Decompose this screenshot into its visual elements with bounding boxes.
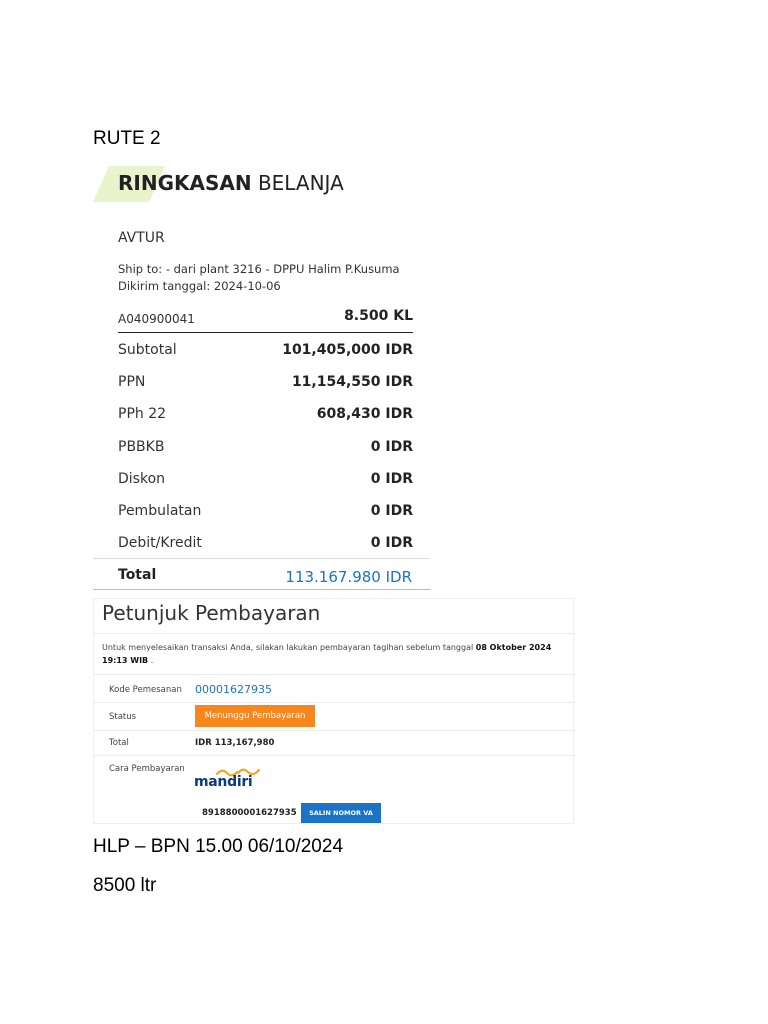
- fee-label: PPh 22: [118, 406, 167, 422]
- order-code-value: 00001627935: [195, 683, 272, 696]
- fee-label: Diskon: [118, 471, 166, 487]
- product-name: AVTUR: [118, 230, 165, 246]
- summary-banner: RINGKASAN BELANJA: [93, 166, 430, 202]
- fee-row-subtotal: Subtotal 101,405,000 IDR: [118, 336, 413, 366]
- divider: [94, 702, 575, 703]
- status-label: Status: [109, 712, 137, 722]
- instruction-end: .: [150, 656, 154, 665]
- fee-row-diskon: Diskon 0 IDR: [118, 465, 413, 495]
- sent-date-text: Dikirim tanggal: 2024-10-06: [118, 279, 281, 293]
- mandiri-logo: mandiri: [194, 767, 264, 791]
- volume-line: 8500 ltr: [93, 875, 157, 896]
- item-row: A040900041 8.500 KL: [118, 308, 413, 333]
- fee-row-pph22: PPh 22 608,430 IDR: [118, 400, 413, 430]
- total-row: Total 113.167.980 IDR: [93, 558, 430, 590]
- route-line: HLP – BPN 15.00 06/10/2024: [93, 836, 344, 857]
- fee-label: PPN: [118, 374, 146, 390]
- virtual-account-number: 8918800001627935: [202, 808, 297, 818]
- fee-label: PBBKB: [118, 439, 165, 455]
- payment-total-label: Total: [109, 738, 129, 748]
- fee-value: 11,154,550 IDR: [291, 374, 413, 390]
- payment-instruction: Untuk menyelesaikan transaksi Anda, sila…: [102, 641, 572, 667]
- divider: [94, 730, 575, 731]
- ship-to-text: Ship to: - dari plant 3216 - DPPU Halim …: [118, 262, 400, 276]
- document-heading: RUTE 2: [93, 128, 161, 149]
- fee-row-pembulatan: Pembulatan 0 IDR: [118, 497, 413, 527]
- fee-row-debit-kredit: Debit/Kredit 0 IDR: [118, 529, 413, 559]
- total-label: Total: [118, 567, 157, 583]
- fee-row-ppn: PPN 11,154,550 IDR: [118, 368, 413, 398]
- divider: [94, 755, 575, 756]
- payment-title: Petunjuk Pembayaran: [102, 601, 321, 625]
- fee-label: Pembulatan: [118, 503, 202, 519]
- summary-title-bold: RINGKASAN: [118, 171, 252, 195]
- copy-va-button[interactable]: SALIN NOMOR VA: [301, 803, 381, 823]
- payment-total-value: IDR 113,167,980: [195, 738, 275, 748]
- payment-instructions-panel: Petunjuk Pembayaran Untuk menyelesaikan …: [93, 598, 575, 824]
- item-code: A040900041: [118, 312, 195, 326]
- fee-label: Subtotal: [118, 342, 177, 358]
- fee-value: 608,430 IDR: [316, 406, 413, 422]
- order-code-label: Kode Pemesanan: [109, 685, 182, 695]
- shipping-info: Ship to: - dari plant 3216 - DPPU Halim …: [118, 261, 400, 295]
- bank-name: mandiri: [194, 774, 253, 790]
- fee-value: 101,405,000 IDR: [282, 342, 413, 358]
- summary-title-rest: BELANJA: [251, 171, 344, 195]
- item-quantity: 8.500 KL: [344, 308, 413, 324]
- divider: [94, 674, 575, 675]
- summary-title: RINGKASAN BELANJA: [118, 171, 344, 195]
- fee-value: 0 IDR: [370, 535, 413, 551]
- fee-value: 0 IDR: [370, 439, 413, 455]
- payment-method-label: Cara Pembayaran: [109, 764, 185, 774]
- fee-row-pbbkb: PBBKB 0 IDR: [118, 433, 413, 463]
- fee-value: 0 IDR: [370, 471, 413, 487]
- fee-label: Debit/Kredit: [118, 535, 202, 551]
- instruction-text: Untuk menyelesaikan transaksi Anda, sila…: [102, 643, 474, 652]
- shopping-summary-panel: RINGKASAN BELANJA AVTUR Ship to: - dari …: [93, 162, 430, 590]
- total-value: 113.167.980 IDR: [285, 568, 412, 586]
- fee-value: 0 IDR: [370, 503, 413, 519]
- status-badge: Menunggu Pembayaran: [195, 705, 315, 727]
- divider: [94, 633, 575, 634]
